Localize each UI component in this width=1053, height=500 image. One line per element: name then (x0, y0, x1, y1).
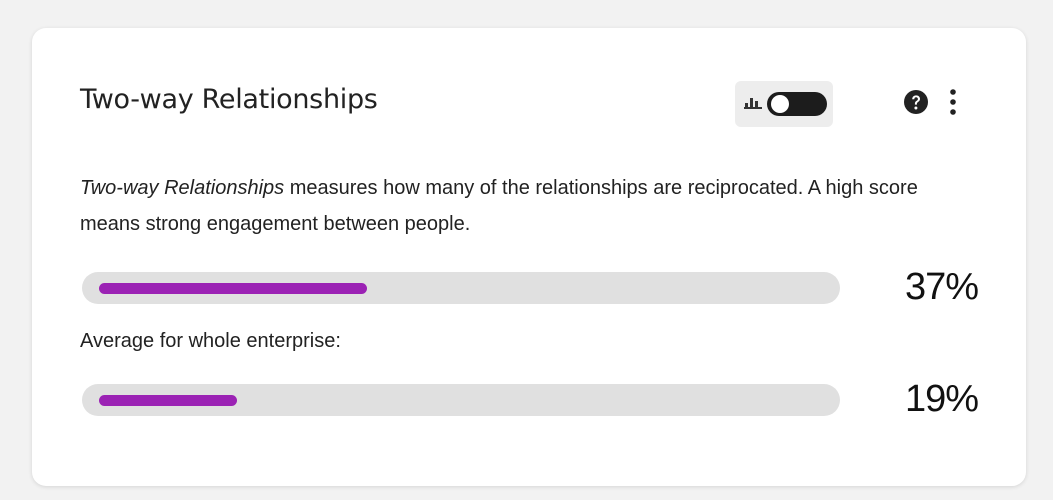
card-description: Two-way Relationships measures how many … (80, 170, 940, 242)
score-progress-bar (82, 272, 840, 304)
chart-view-toggle[interactable] (735, 81, 833, 127)
two-way-relationships-card: Two-way Relationships Two-way Relationsh… (32, 28, 1026, 486)
bar-chart-icon (744, 98, 762, 109)
description-term: Two-way Relationships (80, 177, 285, 199)
toggle-switch[interactable] (767, 92, 827, 116)
score-progress-fill (99, 283, 367, 294)
card-title: Two-way Relationships (80, 84, 378, 115)
average-progress-bar (82, 384, 840, 416)
toggle-knob (771, 95, 789, 113)
score-value: 37% (904, 266, 979, 308)
average-label: Average for whole enterprise: (80, 330, 341, 352)
average-value: 19% (904, 378, 979, 420)
average-progress-fill (99, 395, 237, 406)
more-vertical-icon[interactable] (943, 86, 963, 118)
help-circle-icon[interactable] (903, 89, 929, 115)
